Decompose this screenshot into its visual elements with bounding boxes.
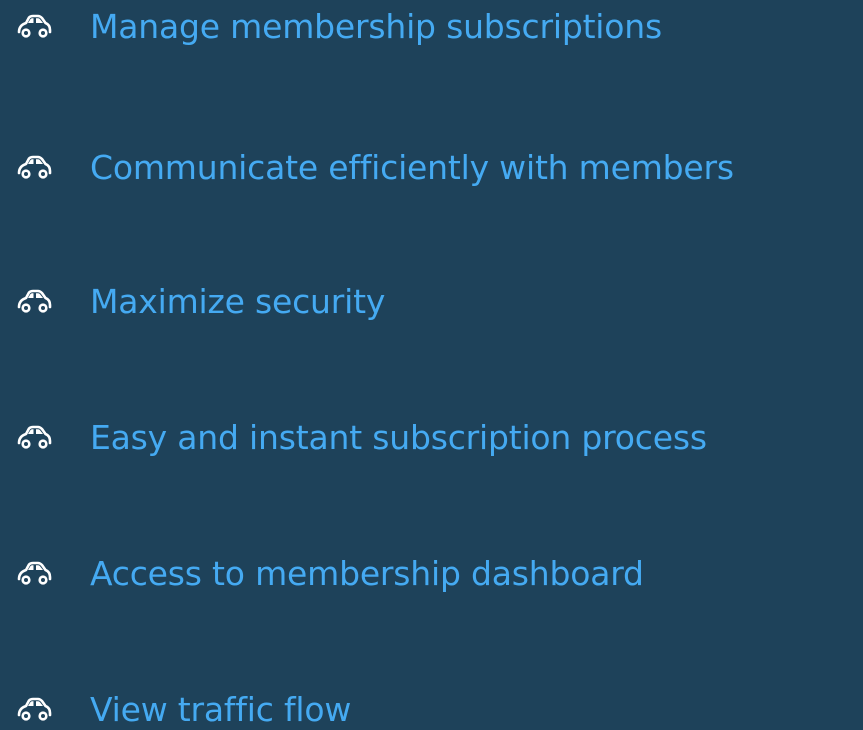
feature-label: Manage membership subscriptions [90, 7, 662, 46]
car-icon [16, 422, 66, 454]
car-icon [16, 558, 66, 590]
feature-item: Maximize security [16, 282, 385, 322]
feature-item: Manage membership subscriptions [16, 7, 662, 47]
feature-label: Access to membership dashboard [90, 554, 644, 593]
feature-label: Maximize security [90, 282, 386, 321]
feature-item: Communicate efficiently with members [16, 148, 734, 188]
feature-item: View traffic flow [16, 690, 351, 730]
feature-label: View traffic flow [90, 690, 352, 729]
feature-item: Access to membership dashboard [16, 554, 644, 594]
car-icon [16, 286, 66, 318]
feature-label: Communicate efficiently with members [90, 148, 734, 187]
car-icon [16, 11, 66, 43]
car-icon [16, 152, 66, 184]
feature-list: Manage membership subscriptions Communic… [0, 0, 863, 730]
car-icon [16, 694, 66, 726]
feature-label: Easy and instant subscription process [90, 418, 707, 457]
feature-item: Easy and instant subscription process [16, 418, 707, 458]
